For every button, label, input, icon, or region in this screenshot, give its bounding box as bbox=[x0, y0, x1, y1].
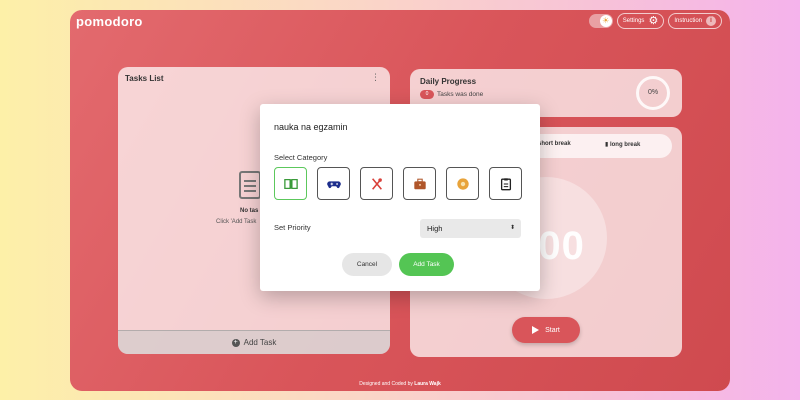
category-games[interactable] bbox=[317, 167, 350, 200]
settings-button[interactable]: Settings ⚙ bbox=[616, 13, 665, 29]
empty-list-icon bbox=[239, 171, 261, 199]
play-icon bbox=[532, 326, 540, 334]
start-button[interactable]: Start bbox=[512, 317, 580, 343]
progress-ring: 0% bbox=[636, 76, 670, 110]
priority-select[interactable]: High ⬍ bbox=[420, 219, 521, 238]
book-icon bbox=[283, 178, 298, 189]
add-task-label: Add Task bbox=[243, 338, 277, 347]
task-name-input[interactable] bbox=[274, 122, 524, 132]
tab-long-break-label: long break bbox=[609, 142, 641, 148]
footer-text: Designed and Coded by bbox=[359, 381, 413, 387]
info-icon: i bbox=[706, 16, 716, 26]
tasks-done-badge: 0 bbox=[420, 90, 434, 99]
tasks-done-text: Tasks was done bbox=[437, 91, 484, 98]
theme-toggle[interactable]: ☀ bbox=[588, 14, 613, 28]
select-arrows-icon: ⬍ bbox=[509, 225, 515, 231]
gear-icon: ⚙ bbox=[648, 14, 659, 27]
add-task-button[interactable]: + Add Task bbox=[118, 330, 390, 354]
tab-long-break[interactable]: ▮ long break bbox=[605, 141, 640, 148]
plus-icon: + bbox=[231, 338, 240, 347]
category-sport[interactable] bbox=[446, 167, 479, 200]
category-other[interactable] bbox=[489, 167, 522, 200]
ball-icon bbox=[456, 177, 469, 190]
header-controls: ☀ Settings ⚙ Instruction i bbox=[588, 13, 722, 29]
tasks-list-title: Tasks List bbox=[125, 74, 164, 83]
start-label: Start bbox=[545, 326, 560, 334]
add-task-modal: Select Category Set Priority High ⬍ Canc… bbox=[260, 104, 540, 291]
instruction-button[interactable]: Instruction i bbox=[668, 13, 722, 29]
empty-list-hint: Click 'Add Task bbox=[216, 219, 257, 225]
daily-progress-title: Daily Progress bbox=[420, 77, 477, 86]
footer-author[interactable]: Laura Wajk bbox=[414, 381, 441, 387]
category-food[interactable] bbox=[360, 167, 393, 200]
priority-label: Set Priority bbox=[274, 223, 311, 232]
settings-label: Settings bbox=[622, 18, 645, 24]
category-options bbox=[274, 167, 522, 200]
category-work[interactable] bbox=[403, 167, 436, 200]
utensils-icon bbox=[371, 177, 382, 190]
tab-short-break[interactable]: short break bbox=[538, 141, 571, 147]
more-options-icon[interactable]: ⋮ bbox=[371, 72, 380, 83]
category-label: Select Category bbox=[274, 153, 328, 162]
cancel-button[interactable]: Cancel bbox=[342, 253, 392, 276]
clipboard-icon bbox=[500, 177, 511, 190]
gamepad-icon bbox=[326, 180, 341, 188]
priority-value: High bbox=[427, 224, 443, 233]
instruction-label: Instruction bbox=[674, 18, 702, 24]
empty-list-title: No tas bbox=[240, 208, 259, 214]
confirm-add-task-button[interactable]: Add Task bbox=[399, 253, 454, 276]
sun-icon: ☀ bbox=[599, 15, 612, 27]
footer: Designed and Coded by Laura Wajk bbox=[70, 381, 730, 387]
category-study[interactable] bbox=[274, 167, 307, 200]
briefcase-icon bbox=[413, 178, 426, 189]
app-logo: pomodoro bbox=[76, 14, 143, 29]
